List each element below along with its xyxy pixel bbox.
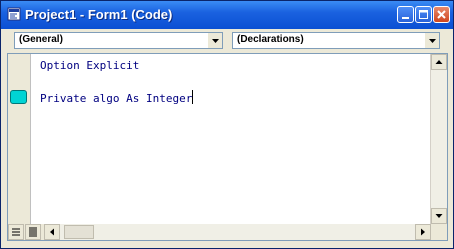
code-line[interactable]: Private algo As Integer bbox=[40, 90, 194, 106]
object-combo-dropdown-button[interactable] bbox=[207, 33, 222, 48]
close-icon bbox=[437, 10, 446, 19]
scroll-up-button[interactable] bbox=[431, 54, 447, 70]
arrow-down-icon bbox=[435, 214, 443, 218]
procedure-view-button[interactable] bbox=[8, 224, 24, 240]
horizontal-scroll-thumb[interactable] bbox=[64, 225, 94, 239]
vertical-scrollbar[interactable] bbox=[430, 54, 447, 224]
code-line[interactable] bbox=[40, 74, 193, 90]
code-line[interactable]: Option Explicit bbox=[40, 58, 193, 74]
text-caret bbox=[192, 90, 194, 104]
minimize-button[interactable] bbox=[397, 6, 414, 23]
chevron-down-icon bbox=[212, 39, 219, 43]
vb-code-icon bbox=[7, 7, 21, 21]
code-window: Project1 - Form1 (Code) (General) (Decla… bbox=[0, 0, 454, 249]
combo-toolbar: (General) (Declarations) bbox=[1, 29, 453, 51]
maximize-icon bbox=[419, 10, 428, 19]
procedure-combo-dropdown-button[interactable] bbox=[424, 33, 439, 48]
full-module-view-button[interactable] bbox=[25, 224, 41, 240]
scroll-left-button[interactable] bbox=[44, 224, 60, 240]
code-line-text: Private algo As Integer bbox=[40, 92, 193, 105]
code-editor[interactable]: Option Explicit Private algo As Integer bbox=[7, 53, 448, 241]
scrollbar-corner bbox=[431, 224, 447, 240]
arrow-up-icon bbox=[435, 60, 443, 64]
arrow-right-icon bbox=[421, 228, 425, 236]
full-module-view-icon bbox=[29, 227, 37, 237]
horizontal-scrollbar[interactable] bbox=[44, 224, 431, 240]
title-bar[interactable]: Project1 - Form1 (Code) bbox=[1, 1, 453, 30]
procedure-view-icon bbox=[12, 228, 20, 236]
close-button[interactable] bbox=[433, 6, 450, 23]
object-combo[interactable]: (General) bbox=[14, 32, 223, 49]
window-title: Project1 - Form1 (Code) bbox=[25, 7, 173, 22]
chevron-down-icon bbox=[429, 39, 436, 43]
margin-indicator-bar[interactable] bbox=[8, 54, 31, 240]
object-combo-value: (General) bbox=[19, 34, 63, 45]
bookmark-marker-icon bbox=[10, 90, 27, 104]
minimize-icon bbox=[402, 17, 409, 19]
code-text-area[interactable]: Option Explicit Private algo As Integer bbox=[40, 58, 194, 106]
procedure-combo[interactable]: (Declarations) bbox=[232, 32, 440, 49]
bottom-bar bbox=[8, 224, 447, 240]
scroll-down-button[interactable] bbox=[431, 208, 447, 224]
scroll-right-button[interactable] bbox=[415, 224, 431, 240]
arrow-left-icon bbox=[50, 228, 54, 236]
maximize-button[interactable] bbox=[415, 6, 432, 23]
procedure-combo-value: (Declarations) bbox=[237, 34, 304, 45]
